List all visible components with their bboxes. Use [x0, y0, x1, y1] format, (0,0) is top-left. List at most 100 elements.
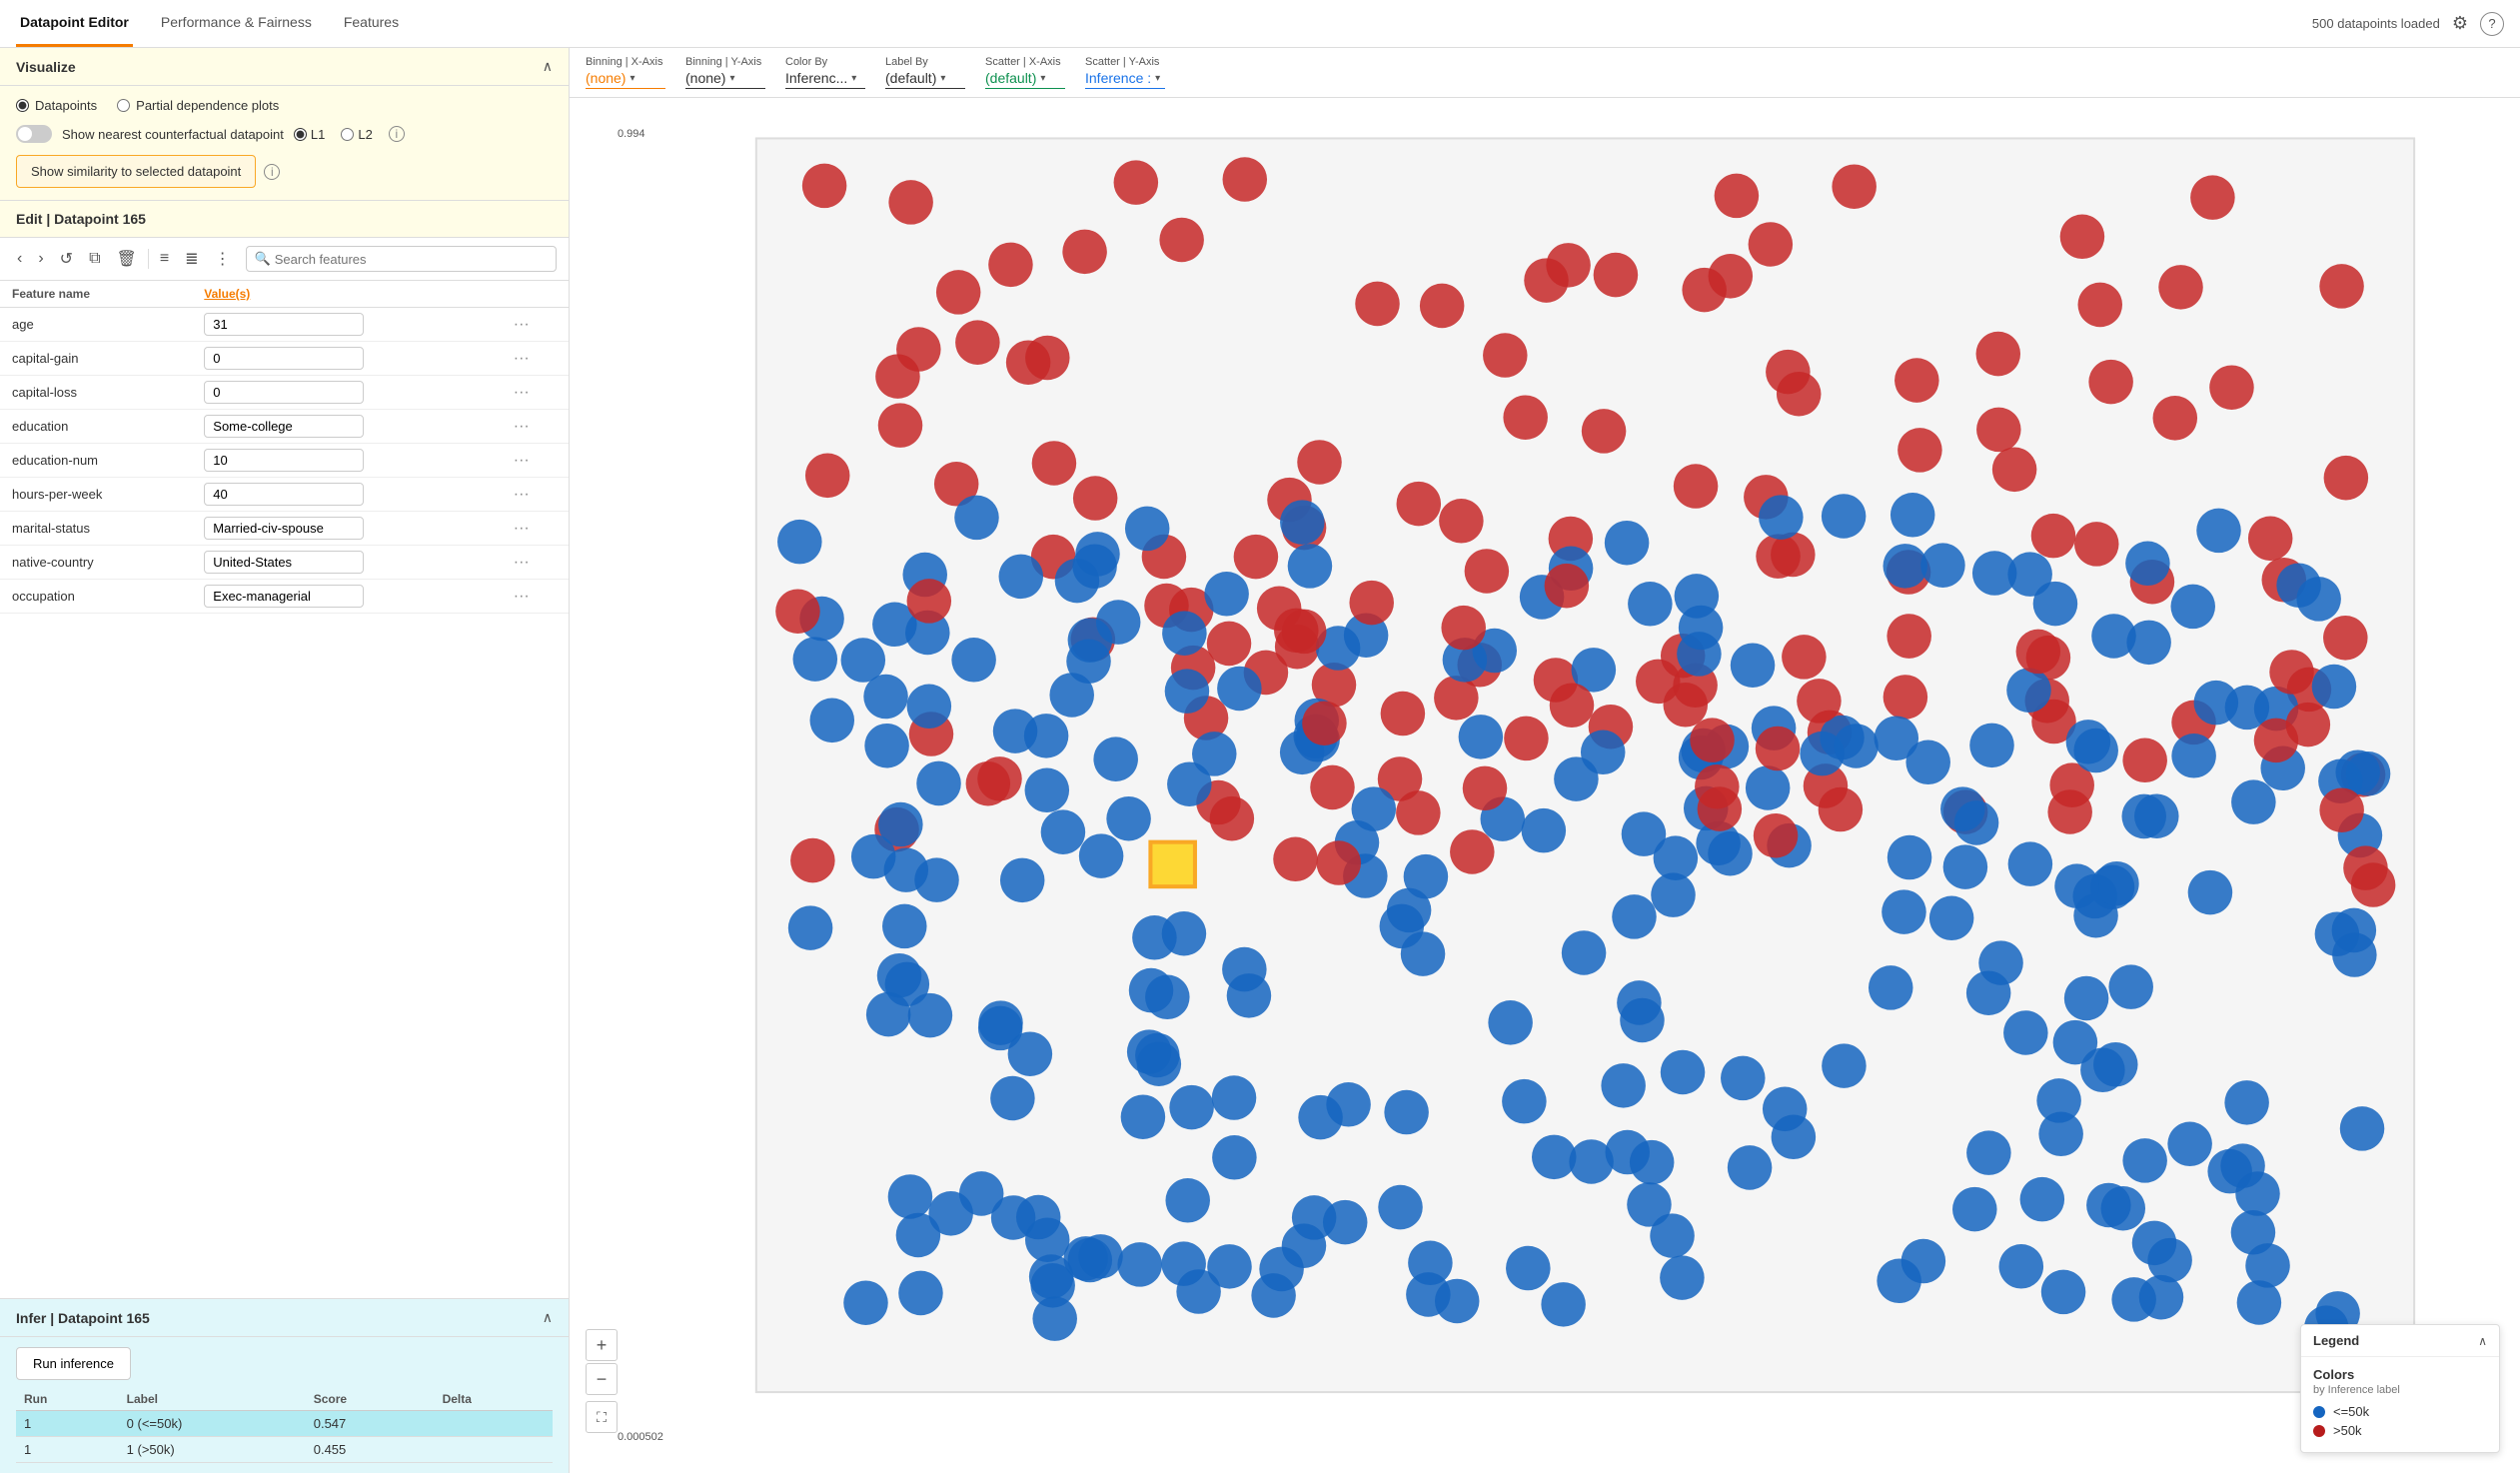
scatter-dot[interactable]	[2167, 1122, 2212, 1167]
feature-value-input[interactable]	[204, 585, 364, 608]
scatter-dot[interactable]	[2077, 283, 2122, 328]
scatter-dot[interactable]	[1317, 840, 1362, 885]
scatter-dot[interactable]	[775, 589, 820, 634]
scatter-dot[interactable]	[1503, 395, 1548, 440]
scatter-dot[interactable]	[1212, 1135, 1257, 1180]
scatter-dot[interactable]	[2196, 509, 2241, 554]
scatter-dot[interactable]	[1869, 965, 1913, 1010]
feature-value-input[interactable]	[204, 551, 364, 574]
feature-value-input[interactable]	[204, 483, 364, 506]
scatter-dot[interactable]	[977, 756, 1022, 801]
scatter-dot[interactable]	[1106, 796, 1151, 841]
scatter-dot[interactable]	[896, 1213, 941, 1258]
scatter-dot[interactable]	[1397, 482, 1442, 527]
scatter-dot[interactable]	[2041, 1270, 2086, 1315]
feature-value-input[interactable]	[204, 415, 364, 438]
scatter-dot[interactable]	[1029, 1254, 1074, 1299]
scatter-dot[interactable]	[2343, 845, 2388, 890]
run-inference-button[interactable]: Run inference	[16, 1347, 131, 1380]
scatter-dot[interactable]	[1709, 254, 1754, 299]
scatter-dot[interactable]	[1708, 831, 1753, 876]
scatter-dot[interactable]	[2248, 517, 2293, 562]
scatter-dot[interactable]	[1381, 692, 1426, 736]
similarity-button[interactable]: Show similarity to selected datapoint	[16, 155, 256, 188]
forward-btn[interactable]: ›	[33, 247, 48, 271]
more-options-btn[interactable]: ···	[514, 554, 530, 572]
tab-datapoint-editor[interactable]: Datapoint Editor	[16, 0, 133, 47]
scatter-dot[interactable]	[1954, 800, 1999, 845]
scatter-dot[interactable]	[1660, 1255, 1705, 1300]
feature-value-input[interactable]	[204, 381, 364, 404]
scatter-dot[interactable]	[2276, 563, 2321, 608]
scatter-dot[interactable]	[1349, 581, 1394, 626]
scatter-dot[interactable]	[1721, 1056, 1766, 1101]
scatter-dot[interactable]	[1545, 564, 1590, 609]
scatter-dot[interactable]	[2006, 668, 2051, 713]
scatter-dot[interactable]	[1016, 1195, 1061, 1240]
scatter-dot[interactable]	[1992, 448, 2037, 493]
scatter-dot[interactable]	[810, 699, 855, 743]
scatter-dot[interactable]	[1404, 854, 1449, 899]
l1-radio[interactable]: L1	[294, 127, 325, 142]
scatter-dot[interactable]	[1715, 174, 1760, 219]
more-options-btn[interactable]: ···	[514, 452, 530, 470]
scatter-dot[interactable]	[1594, 253, 1639, 298]
scatter-dot[interactable]	[2091, 614, 2136, 659]
scatter-dot[interactable]	[2111, 1277, 2156, 1322]
scatter-dot[interactable]	[2088, 360, 2133, 405]
scatter-dot[interactable]	[1280, 500, 1325, 545]
scatter-dot[interactable]	[1800, 732, 1845, 776]
scatter-dot[interactable]	[1550, 684, 1595, 729]
scatter-dot[interactable]	[1273, 837, 1318, 882]
scatter-dot[interactable]	[1008, 1031, 1053, 1076]
scatter-dot[interactable]	[1068, 1238, 1113, 1283]
scatter-dot[interactable]	[1772, 1115, 1817, 1160]
scatter-dot[interactable]	[1465, 549, 1510, 594]
back-btn[interactable]: ‹	[12, 247, 27, 271]
scatter-dot[interactable]	[2220, 1143, 2265, 1188]
scatter-dot[interactable]	[1162, 611, 1207, 656]
scatter-dot[interactable]	[1628, 582, 1673, 627]
scatter-dot[interactable]	[896, 327, 941, 372]
scatter-dot[interactable]	[907, 579, 952, 624]
scatter-dot[interactable]	[878, 403, 923, 448]
scatter-dot[interactable]	[2020, 1177, 2065, 1222]
more-options-btn[interactable]: ···	[514, 418, 530, 436]
scatter-dot[interactable]	[990, 1076, 1035, 1121]
scatter-dot[interactable]	[1463, 766, 1508, 811]
scatter-dot[interactable]	[2171, 734, 2216, 778]
scatter-x-select[interactable]: (default) ▾	[985, 70, 1065, 89]
scatter-dot[interactable]	[1875, 716, 1919, 760]
scatter-dot[interactable]	[2153, 396, 2198, 441]
scatter-dot[interactable]	[1651, 872, 1696, 917]
scatter-dot[interactable]	[2108, 964, 2153, 1009]
scatter-dot[interactable]	[1920, 543, 1965, 588]
scatter-dot[interactable]	[1888, 835, 1932, 880]
scatter-dot[interactable]	[1506, 1246, 1551, 1291]
scatter-dot[interactable]	[1504, 717, 1549, 761]
scatter-dot[interactable]	[1121, 1094, 1166, 1139]
scatter-dot[interactable]	[1797, 679, 1842, 724]
scatter-dot[interactable]	[1041, 809, 1086, 854]
tab-features[interactable]: Features	[340, 0, 403, 47]
counterfactual-toggle[interactable]	[16, 125, 52, 143]
scatter-dot[interactable]	[1159, 218, 1204, 263]
scatter-dot[interactable]	[1746, 765, 1791, 810]
scatter-dot[interactable]	[802, 164, 847, 209]
scatter-dot[interactable]	[777, 520, 822, 565]
feature-value-input[interactable]	[204, 517, 364, 540]
history-btn[interactable]: ↺	[55, 246, 78, 272]
legend-collapse-btn[interactable]: ∧	[2478, 1334, 2487, 1348]
scatter-dot[interactable]	[1093, 736, 1138, 781]
scatter-dot[interactable]	[1434, 676, 1479, 721]
scatter-dot[interactable]	[1062, 230, 1107, 275]
scatter-dot[interactable]	[1450, 829, 1495, 874]
scatter-dot[interactable]	[1822, 494, 1867, 539]
scatter-dot[interactable]	[1731, 643, 1776, 688]
scatter-dot[interactable]	[1352, 786, 1397, 831]
zoom-in-button[interactable]: +	[586, 1329, 618, 1361]
scatter-dot[interactable]	[1884, 675, 1928, 720]
scatter-dot[interactable]	[888, 1174, 933, 1219]
scatter-dot[interactable]	[1627, 1182, 1672, 1227]
scatter-dot[interactable]	[1822, 1043, 1867, 1088]
